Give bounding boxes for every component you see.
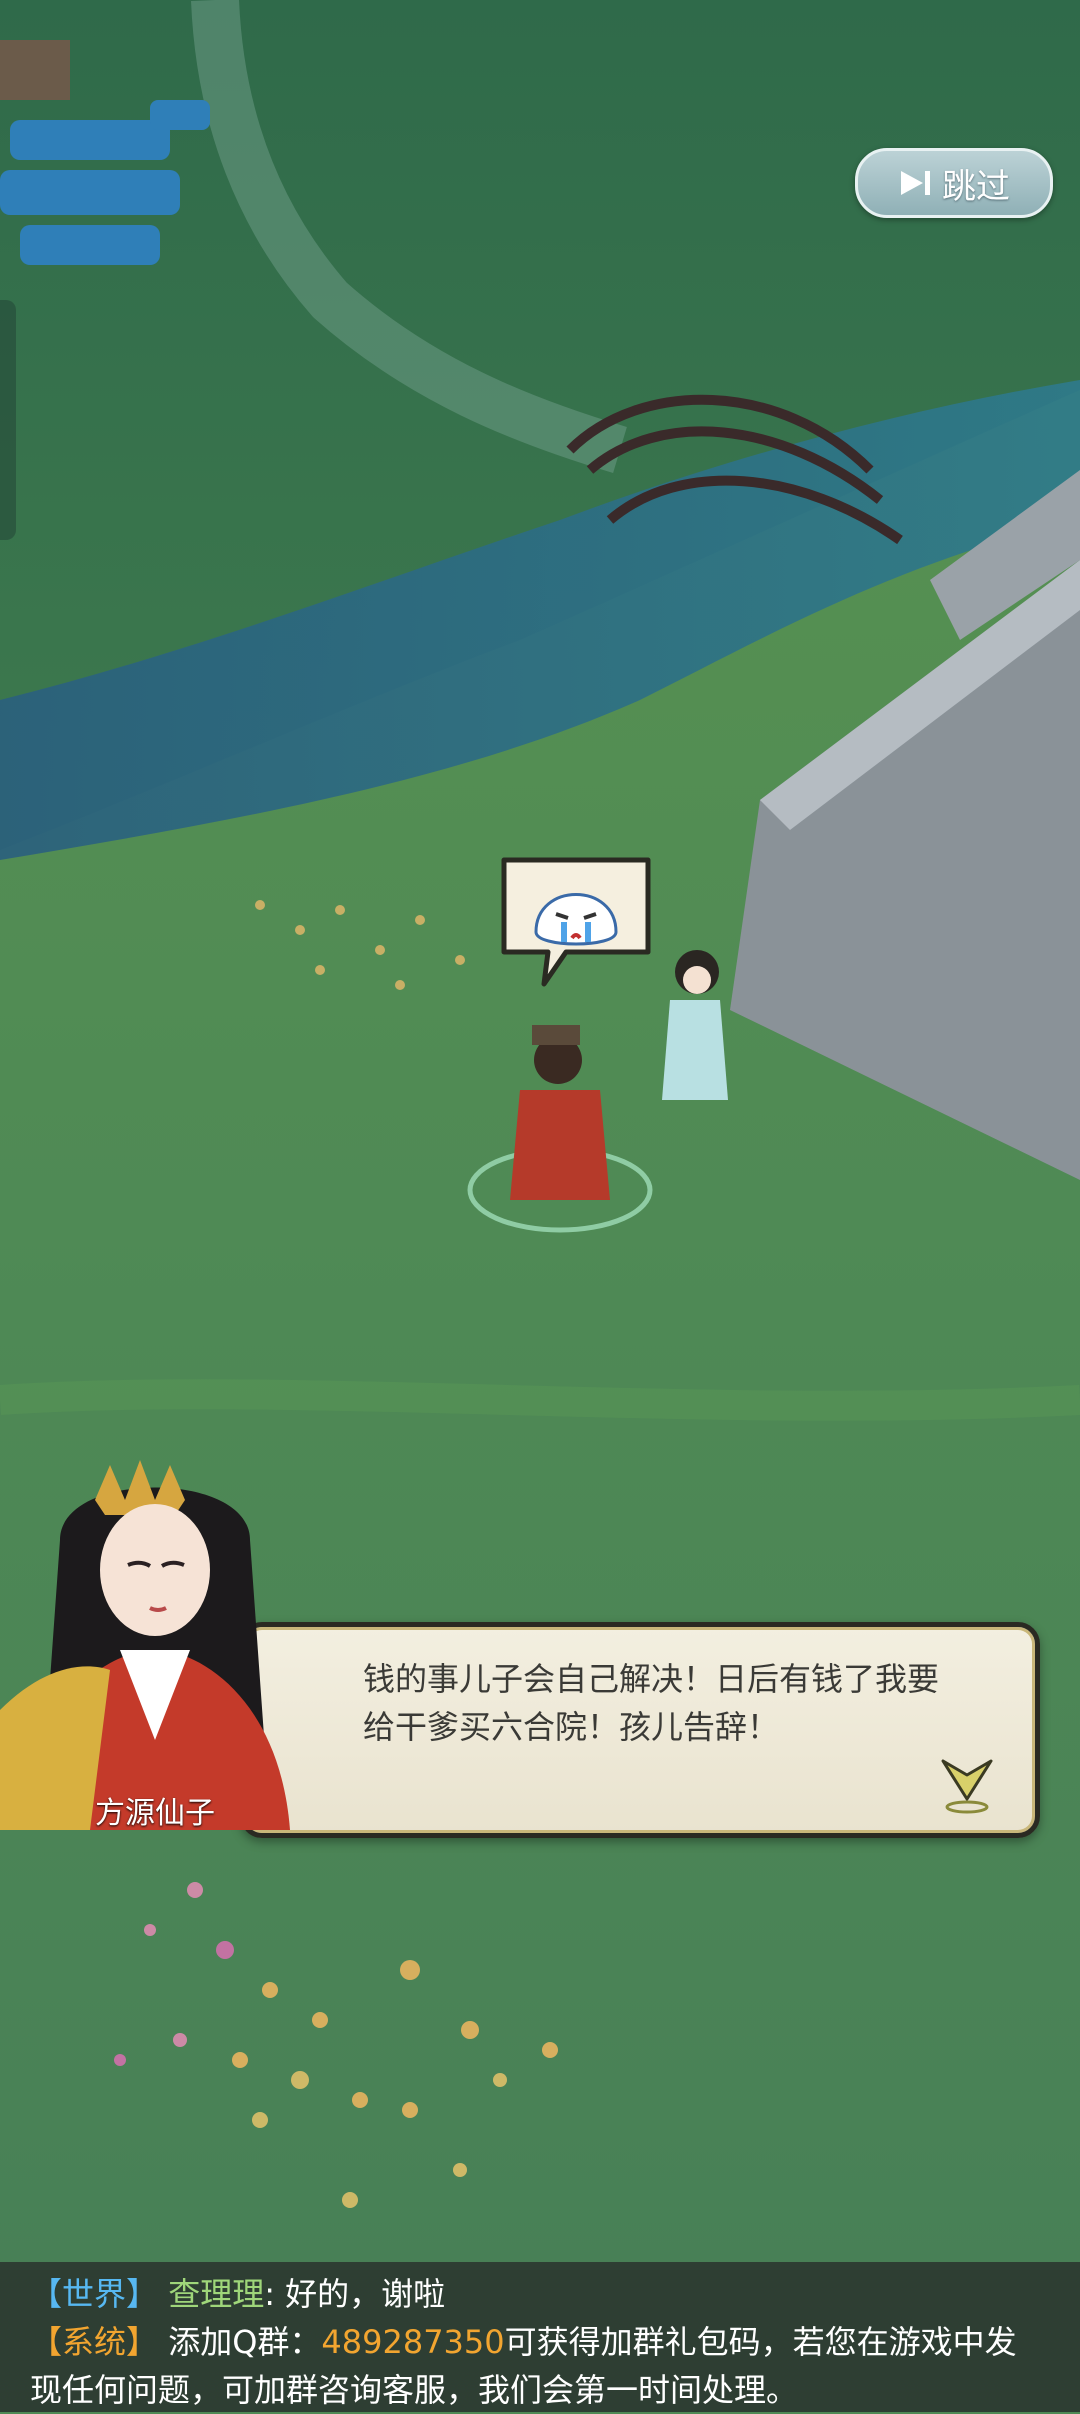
skip-label: 跳过	[942, 166, 1010, 207]
chat-line-system-continued: 现任何问题，可加群咨询客服，我们会第一时间处理。	[30, 2371, 799, 2409]
speaker-name: 方源仙子	[95, 1796, 215, 1831]
speaker-portrait	[0, 1460, 310, 1830]
emote-bubble	[496, 852, 656, 992]
channel-tag-system[interactable]: 【系统】	[30, 2323, 158, 2361]
system-prefix: 添加Q群：	[168, 2323, 322, 2361]
chat-message: 好的，谢啦	[285, 2275, 446, 2313]
dialog-line-2: 给干爹买六合院！孩儿告辞！	[363, 1708, 780, 1746]
dialog-line-1: 钱的事儿子会自己解决！日后有钱了我要	[363, 1660, 940, 1698]
chat-sender[interactable]: 查理理	[168, 2275, 264, 2313]
next-dialog-button[interactable]	[939, 1755, 995, 1815]
chat-separator: :	[264, 2275, 286, 2313]
dialog-text: 钱的事儿子会自己解决！日后有钱了我要 给干爹买六合院！孩儿告辞！	[363, 1655, 963, 1751]
qq-group-number[interactable]: 489287350	[321, 2323, 504, 2361]
chat-line-system: 【系统】 添加Q群：489287350可获得加群礼包码，若您在游戏中发	[30, 2318, 1050, 2366]
skip-button[interactable]: 跳过	[855, 148, 1053, 218]
map-background	[0, 0, 1080, 2412]
channel-tag-world[interactable]: 【世界】	[30, 2275, 158, 2313]
chat-panel[interactable]: 【世界】 查理理: 好的，谢啦 【系统】 添加Q群：489287350可获得加群…	[0, 2262, 1080, 2412]
chevron-down-icon	[941, 1759, 993, 1814]
system-suffix: 可获得加群礼包码，若您在游戏中发	[504, 2323, 1017, 2361]
chat-line-world: 【世界】 查理理: 好的，谢啦	[30, 2270, 1050, 2318]
side-panel-tab[interactable]	[0, 300, 16, 540]
game-scene	[0, 0, 1080, 2412]
play-skip-icon	[898, 168, 934, 198]
dialog-box[interactable]: 钱的事儿子会自己解决！日后有钱了我要 给干爹买六合院！孩儿告辞！	[240, 1622, 1040, 1838]
